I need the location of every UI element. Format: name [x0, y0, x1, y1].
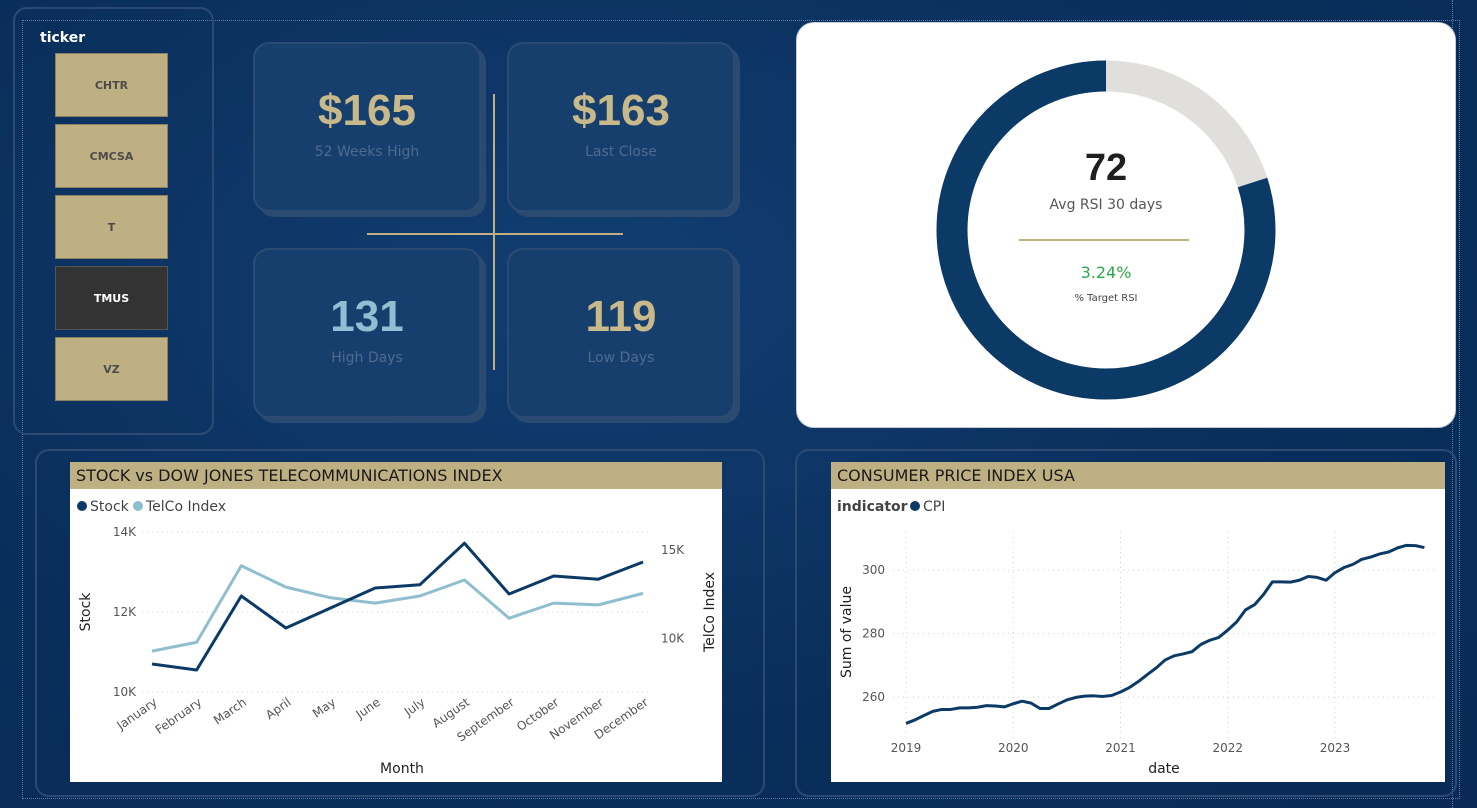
- kpi-last-close-value: $163: [572, 86, 670, 135]
- cpi-x-tick: 2019: [891, 741, 922, 755]
- stock-left-axis-title: Stock: [78, 592, 94, 632]
- cpi-y-tick: 280: [862, 627, 885, 641]
- legend-telco-label: TelCo Index: [145, 499, 226, 515]
- kpi-divider-horizontal: [367, 233, 623, 235]
- rsi-value: 72: [1084, 147, 1128, 189]
- stock-right-axis-title: TelCo Index: [702, 572, 718, 653]
- cpi-x-tick: 2020: [998, 741, 1029, 755]
- stock-x-tick: June: [353, 695, 383, 722]
- kpi-low-days-label: Low Days: [587, 350, 655, 366]
- legend-stock-marker: [77, 501, 87, 511]
- stock-x-tick: March: [211, 695, 249, 727]
- stock-x-tick: May: [310, 695, 338, 721]
- stock-x-tick: April: [263, 695, 294, 722]
- stock-chart-area: STOCK vs DOW JONES TELECOMMUNICATIONS IN…: [70, 462, 722, 782]
- stock-left-tick: 14K: [113, 525, 137, 539]
- stock-left-tick: 10K: [113, 685, 137, 699]
- rsi-target-label: % Target RSI: [1074, 293, 1138, 304]
- stock-x-axis-title: Month: [380, 761, 424, 777]
- kpi-divider-vertical: [493, 94, 495, 370]
- cpi-chart-svg: indicator CPI 300 280 260 2019 2020 2021 2022 202…: [837, 499, 1435, 777]
- rsi-donut: [936, 60, 1276, 400]
- ticker-slicer-title: ticker: [40, 30, 86, 46]
- kpi-52-week-high-label: 52 Weeks High: [314, 144, 420, 160]
- cpi-y-tick: 300: [862, 563, 885, 577]
- rsi-target-percent: 3.24%: [1080, 263, 1132, 282]
- cpi-y-axis-title: Sum of value: [839, 586, 855, 678]
- cpi-x-tick: 2021: [1105, 741, 1136, 755]
- cpi-legend-marker: [910, 501, 920, 511]
- ticker-button-cmcsa[interactable]: CMCSA: [55, 124, 168, 188]
- cpi-y-tick: 260: [862, 690, 885, 704]
- ticker-button-tmus[interactable]: TMUS: [55, 266, 168, 330]
- stock-x-tick: July: [401, 695, 428, 719]
- cpi-chart-area: CONSUMER PRICE INDEX USA indicator CPI 300…: [831, 462, 1445, 782]
- cpi-legend-title: indicator: [837, 499, 908, 515]
- rsi-label: Avg RSI 30 days: [1049, 197, 1163, 213]
- kpi-52-week-high-value: $165: [318, 86, 416, 135]
- kpi-last-close-label: Last Close: [585, 144, 657, 160]
- cpi-legend-label: CPI: [923, 499, 945, 515]
- cpi-x-tick: 2023: [1320, 741, 1351, 755]
- ticker-button-t[interactable]: T: [55, 195, 168, 259]
- kpi-low-days-value: 119: [585, 292, 657, 341]
- kpi-high-days-value: 131: [330, 292, 404, 341]
- kpi-card-low-days: 119 Low Days: [507, 248, 735, 418]
- ticker-button-vz[interactable]: VZ: [55, 337, 168, 401]
- cpi-x-tick: 2022: [1212, 741, 1243, 755]
- stock-line: [151, 541, 644, 672]
- rsi-donut-card: 72 Avg RSI 30 days 3.24% % Target RSI: [796, 22, 1456, 428]
- stock-right-tick: 10K: [661, 632, 685, 646]
- stock-x-tick: January: [114, 695, 160, 733]
- stock-chart-svg: Stock TelCo Index 14K 12K 10K 15K 10K Stock TelC…: [77, 499, 718, 777]
- stock-x-tick: February: [153, 695, 205, 737]
- kpi-card-52-week-high: $165 52 Weeks High: [253, 42, 481, 212]
- kpi-card-last-close: $163 Last Close: [507, 42, 735, 212]
- stock-left-tick: 12K: [113, 605, 137, 619]
- stock-right-tick: 15K: [661, 543, 685, 557]
- ticker-button-chtr[interactable]: CHTR: [55, 53, 168, 117]
- legend-telco-marker: [133, 501, 143, 511]
- kpi-card-high-days: 131 High Days: [253, 248, 481, 418]
- legend-stock-label: Stock: [90, 499, 130, 515]
- kpi-high-days-label: High Days: [331, 350, 403, 366]
- cpi-x-axis-title: date: [1148, 761, 1180, 777]
